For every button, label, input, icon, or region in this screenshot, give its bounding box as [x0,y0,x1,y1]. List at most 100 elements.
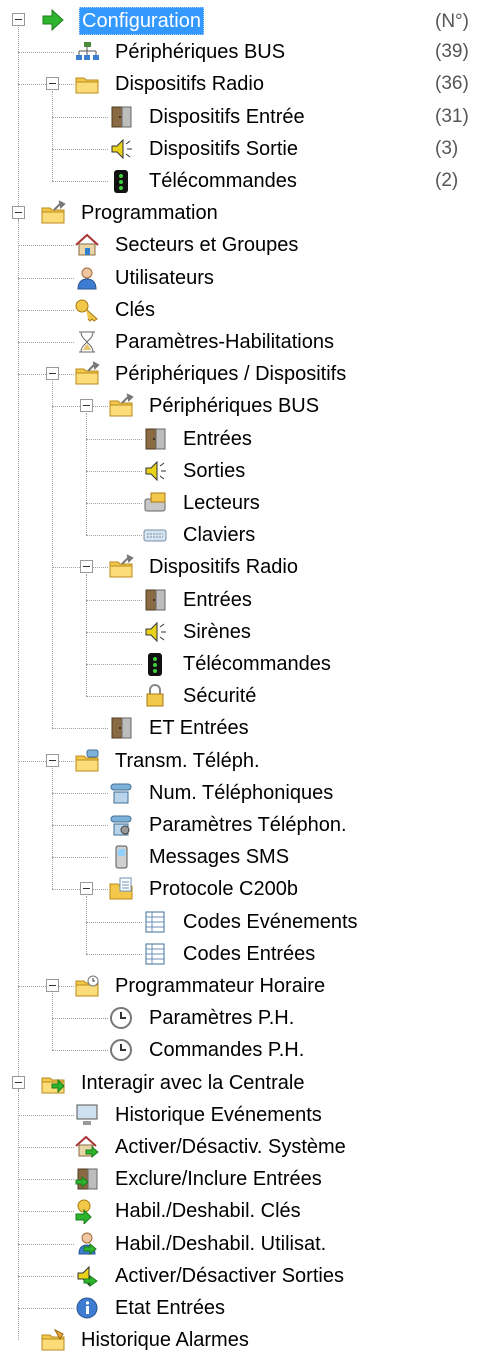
collapse-toggle-icon[interactable] [46,979,59,992]
tree-item-peripheriques-dispositifs[interactable]: Périphériques / Dispositifs [0,361,480,393]
lock-icon [142,683,168,709]
tree-item-configuration[interactable]: Configuration [0,7,480,39]
collapse-toggle-icon[interactable] [80,399,93,413]
tree-item-entrees[interactable]: Entrées [0,426,480,458]
tree-item-label: Paramètres-Habilitations [115,331,334,353]
tree-item-label: Claviers [183,524,256,547]
tree-item-dispositifs-entree[interactable]: Dispositifs Entrée (31) [0,104,480,136]
configuration-tree[interactable]: (N°) Configuration Périphériques BUS (39) D… [0,0,480,1351]
tree-item-securite[interactable]: Sécurité [0,683,480,715]
tree-item-etat-entrees[interactable]: Etat Entrées [0,1295,480,1327]
door-icon [108,715,134,741]
collapse-toggle-icon[interactable] [12,13,25,26]
collapse-toggle-icon[interactable] [46,753,59,767]
tree-item-cles[interactable]: Clés [0,297,480,329]
tree-item-parametres-habilitations[interactable]: Paramètres-Habilitations [0,329,480,361]
tree-item-codes-entrees[interactable]: Codes Entrées [0,941,480,973]
tree-item-label: Périphériques / Dispositifs [115,363,347,386]
mobile-phone-icon [108,844,134,870]
tree-item-label: Paramètres Téléphon. [149,814,347,836]
folder-wrench-icon [108,554,134,580]
tree-item-label: Activer/Désactiv. Système [115,1136,346,1158]
tree-item-telecommandes[interactable]: Télécommandes [0,651,480,683]
speaker-arrow-icon [74,1263,100,1289]
tree-item-dispositifs-sortie[interactable]: Dispositifs Sortie (3) [0,136,480,168]
tree-item-label: Dispositifs Radio [149,556,298,579]
tree-item-parametres-p-h[interactable]: Paramètres P.H. [0,1005,480,1037]
tree-item-dispositifs-radio[interactable]: Dispositifs Radio (36) [0,71,480,103]
tree-item-programmateur-horaire[interactable]: Programmateur Horaire [0,973,480,1005]
tree-item-secteurs-et-groupes[interactable]: Secteurs et Groupes [0,232,480,264]
computer-icon [74,1102,100,1128]
tree-item-codes-evenements[interactable]: Codes Evénements [0,909,480,941]
tree-item-label: Dispositifs Radio [115,73,264,96]
tree-item-entrees[interactable]: Entrées [0,587,480,619]
house-icon [74,232,100,258]
phone-settings-icon [108,812,134,838]
tree-item-protocole-c200b[interactable]: Protocole C200b [0,876,480,908]
key-arrow-icon [74,1198,100,1226]
item-count: (31) [435,105,469,127]
collapse-toggle-icon[interactable] [80,882,93,896]
folder-arrow-icon [40,1070,66,1096]
tree-item-label: Codes Entrées [183,942,316,965]
tree-item-exclure-inclure-entrees[interactable]: Exclure/Inclure Entrées [0,1166,480,1198]
tree-item-parametres-telephon[interactable]: Paramètres Téléphon. [0,812,480,844]
collapse-toggle-icon[interactable] [12,206,25,220]
tree-item-label: Sorties [183,459,246,482]
tree-item-label: Protocole C200b [149,878,298,901]
clock-icon [108,1005,134,1031]
tree-item-habil-deshabil-cles[interactable]: Habil./Deshabil. Clés [0,1198,480,1230]
tree-item-label: Interagir avec la Centrale [81,1071,305,1094]
tree-item-label: Historique Evénements [115,1103,322,1126]
folder-document-icon [108,876,134,902]
folder-icon [74,71,100,97]
green-arrow-icon [40,7,66,33]
phone-icon [108,780,134,806]
remote-control-icon [108,168,134,194]
tree-item-telecommandes[interactable]: Télécommandes (2) [0,168,480,200]
item-count: (39) [435,41,469,63]
tree-item-historique-evenements[interactable]: Historique Evénements [0,1102,480,1134]
tree-item-label: Num. Téléphoniques [149,781,334,804]
tree-item-claviers[interactable]: Claviers [0,522,480,554]
tree-item-sirenes[interactable]: Sirènes [0,619,480,651]
tree-item-peripheriques-bus[interactable]: Périphériques BUS [0,393,480,425]
tree-item-lecteurs[interactable]: Lecteurs [0,490,480,522]
tree-item-label: Secteurs et Groupes [115,234,299,257]
tree-item-num-telephoniques[interactable]: Num. Téléphoniques [0,780,480,812]
tree-item-label: Périphériques BUS [149,395,320,418]
folder-wrench-icon [108,393,134,419]
tree-item-peripheriques-bus[interactable]: Périphériques BUS (39) [0,39,480,71]
collapse-toggle-icon[interactable] [46,77,59,91]
tree-item-et-entrees[interactable]: ET Entrées [0,715,480,747]
tree-item-label: Dispositifs Sortie [149,137,298,160]
tree-item-interagir-avec-la-centrale[interactable]: Interagir avec la Centrale [0,1070,480,1102]
tree-item-dispositifs-radio[interactable]: Dispositifs Radio [0,554,480,586]
tree-item-sorties[interactable]: Sorties [0,458,480,490]
tree-item-programmation[interactable]: Programmation [0,200,480,232]
tree-item-messages-sms[interactable]: Messages SMS [0,844,480,876]
hourglass-icon [74,329,100,355]
item-count: (2) [435,170,459,191]
tree-item-label: Télécommandes [183,653,331,675]
collapse-toggle-icon[interactable] [80,560,93,574]
tree-item-transm-teleph[interactable]: Transm. Téléph. [0,748,480,780]
collapse-toggle-icon[interactable] [46,367,59,381]
tree-item-label: Programmation [81,202,218,225]
tree-item-commandes-p-h[interactable]: Commandes P.H. [0,1037,480,1069]
door-arrow-icon [74,1166,100,1192]
tree-item-label: Programmateur Horaire [115,975,326,997]
folder-phone-icon [74,748,100,774]
tree-item-historique-alarmes[interactable]: Historique Alarmes [0,1327,480,1359]
tree-item-utilisateurs[interactable]: Utilisateurs [0,265,480,297]
tree-item-label: Configuration [79,7,204,35]
tree-item-label: Commandes P.H. [149,1039,305,1062]
tree-item-label: Paramètres P.H. [149,1007,295,1030]
tree-item-label: Clés [115,298,156,321]
tree-item-activer-desactiver-sorties[interactable]: Activer/Désactiver Sorties [0,1263,480,1295]
tree-item-habil-deshabil-utilisat[interactable]: Habil./Deshabil. Utilisat. [0,1231,480,1263]
tree-item-label: Habil./Deshabil. Clés [115,1200,301,1223]
collapse-toggle-icon[interactable] [12,1075,25,1089]
tree-item-activer-desactiv-systeme[interactable]: Activer/Désactiv. Système [0,1134,480,1166]
